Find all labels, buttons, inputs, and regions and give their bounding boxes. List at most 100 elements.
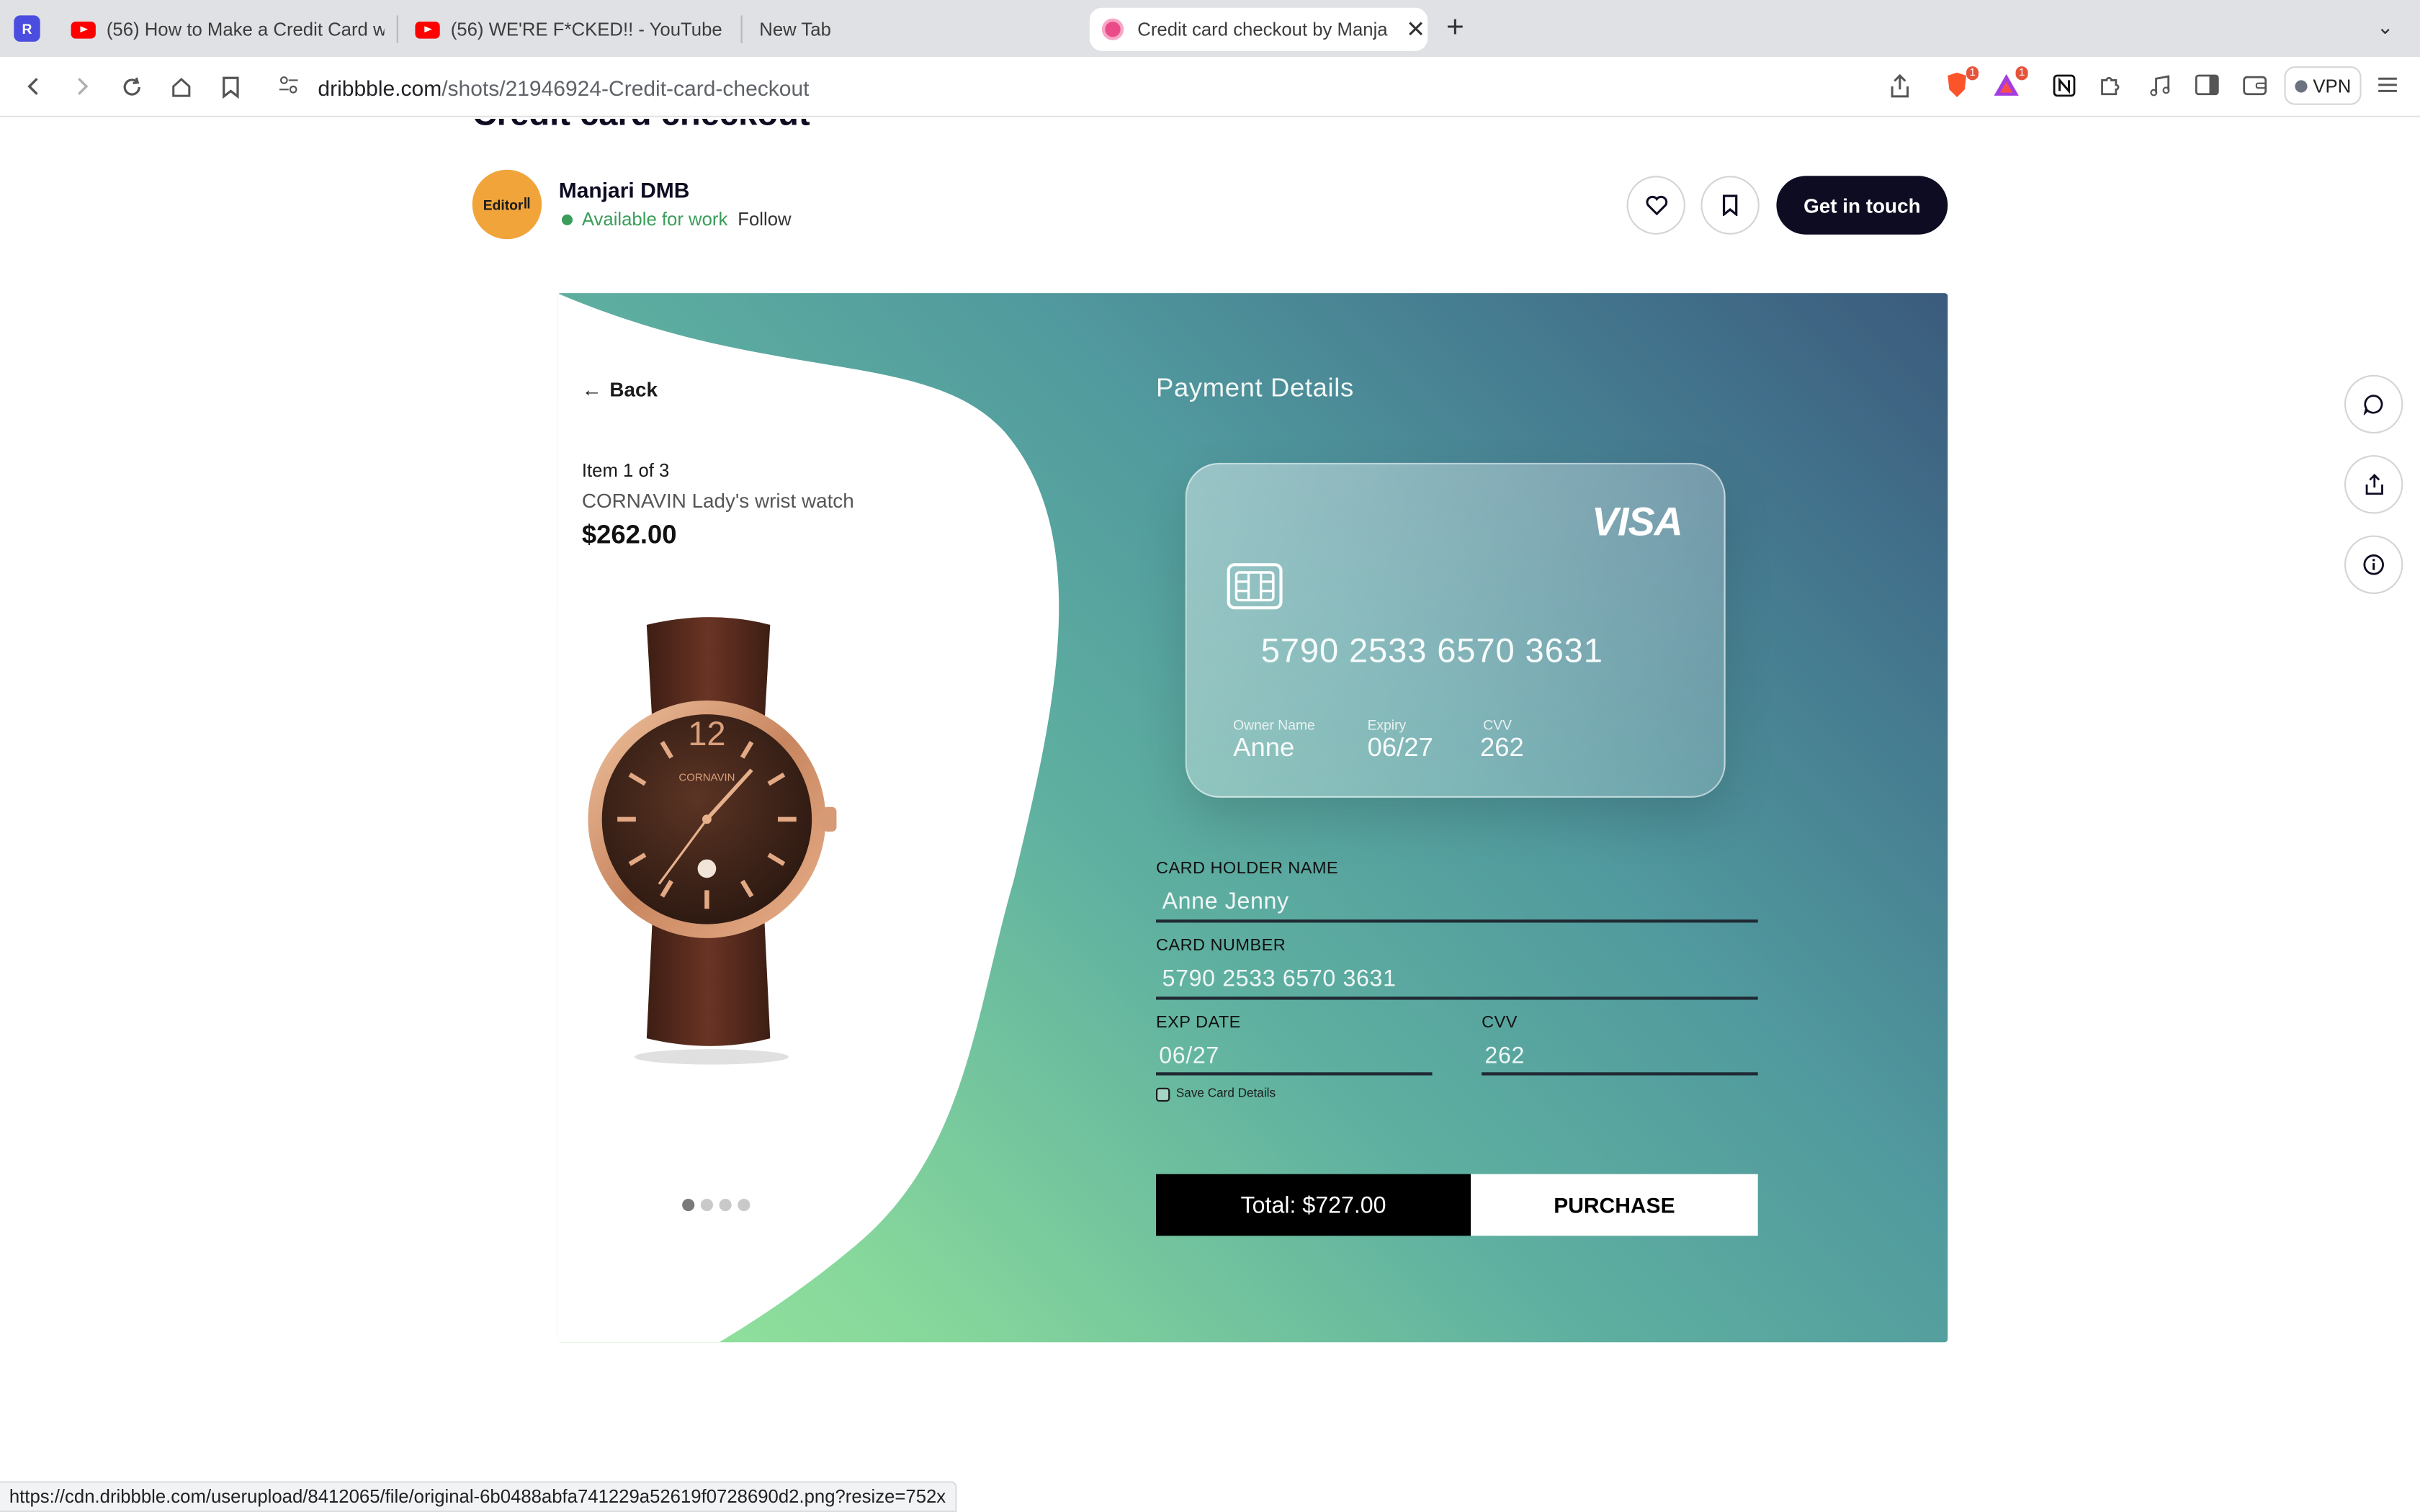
share-icon xyxy=(2365,474,2383,495)
watch-brand: CORNAVIN xyxy=(678,771,735,783)
bookmark-icon xyxy=(1722,194,1738,216)
vpn-button[interactable]: VPN xyxy=(2284,66,2362,105)
like-button[interactable] xyxy=(1626,176,1685,235)
notion-icon[interactable] xyxy=(2050,71,2078,99)
page-content: Credit card checkout Editor‖ Manjari DMB… xyxy=(0,119,2420,1512)
cvv-value: 262 xyxy=(1480,732,1524,762)
card-number-input[interactable]: 5790 2533 6570 3631 xyxy=(1162,966,1397,991)
info-icon xyxy=(2363,554,2384,575)
cvv-label: CVV xyxy=(1483,717,1512,733)
youtube-icon xyxy=(71,20,96,38)
share-button[interactable] xyxy=(2344,455,2403,514)
music-note-icon[interactable] xyxy=(2146,71,2174,99)
vpn-label: VPN xyxy=(2313,74,2352,96)
input-underline xyxy=(1156,1072,1433,1076)
cvv-field-label: CVV xyxy=(1482,1013,1518,1032)
card-holder-label: CARD HOLDER NAME xyxy=(1156,859,1339,878)
dribbble-icon xyxy=(1102,18,1124,40)
card-holder-input[interactable]: Anne Jenny xyxy=(1162,888,1289,914)
owner-name-value: Anne xyxy=(1233,732,1295,762)
expiry-value: 06/27 xyxy=(1367,732,1433,762)
info-button[interactable] xyxy=(2344,535,2403,594)
address-bar[interactable]: dribbble.com/shots/21946924-Credit-card-… xyxy=(262,61,1930,113)
avatar-text: Editor xyxy=(483,197,524,212)
brave-shields-icon[interactable]: 1 xyxy=(1943,66,1979,99)
logo-icon: ‖ xyxy=(523,196,532,213)
rewards-badge: 1 xyxy=(2015,66,2028,81)
shot-image[interactable]: ← Back Item 1 of 3 CORNAVIN Lady's wrist… xyxy=(557,293,1948,1343)
availability-label: Available for work xyxy=(581,208,728,230)
save-card-label: Save Card Details xyxy=(1175,1086,1276,1100)
author-name[interactable]: Manjari DMB xyxy=(559,177,690,202)
comment-icon xyxy=(2363,395,2383,415)
item-price: $262.00 xyxy=(581,520,677,549)
close-icon[interactable]: ✕ xyxy=(1406,15,1425,43)
youtube-icon xyxy=(415,20,440,38)
page-title: Credit card checkout xyxy=(472,119,810,134)
chevron-down-icon[interactable]: ⌄ xyxy=(2377,15,2393,40)
item-name: CORNAVIN Lady's wrist watch xyxy=(581,489,854,513)
exp-date-label: EXP DATE xyxy=(1156,1013,1241,1032)
tab-separator xyxy=(740,15,743,43)
status-bar-url: https://cdn.dribbble.com/userupload/8412… xyxy=(0,1481,957,1512)
tab-title: Credit card checkout by Manja xyxy=(1137,18,1388,40)
wrist-watch-image: 12 CORNAVIN xyxy=(588,617,837,1065)
carousel-dot[interactable] xyxy=(700,1199,713,1212)
app-menu-icon[interactable]: R xyxy=(14,15,40,42)
item-count: Item 1 of 3 xyxy=(581,459,670,482)
save-button[interactable] xyxy=(1700,176,1760,235)
tab-dribbble-active[interactable]: Credit card checkout by Manja ✕ xyxy=(1089,7,1428,51)
arrow-left-icon: ← xyxy=(581,378,602,402)
hamburger-menu-icon[interactable] xyxy=(2374,71,2402,99)
site-settings-icon[interactable] xyxy=(278,74,300,100)
avatar[interactable]: Editor ‖ xyxy=(472,169,542,240)
tab-new-tab[interactable]: New Tab xyxy=(747,8,1074,51)
owner-name-label: Owner Name xyxy=(1233,717,1315,733)
total-amount: Total: $727.00 xyxy=(1156,1174,1471,1236)
comments-button[interactable] xyxy=(2344,374,2403,434)
share-icon[interactable] xyxy=(1889,73,1911,107)
follow-link[interactable]: Follow xyxy=(738,208,791,230)
availability-status: Available for work xyxy=(562,208,727,230)
heart-icon xyxy=(1645,195,1667,216)
url-host: dribbble.com xyxy=(318,74,442,100)
status-dot xyxy=(562,213,573,225)
input-underline xyxy=(1156,919,1758,923)
exp-date-input[interactable]: 06/27 xyxy=(1159,1043,1219,1069)
card-number-display: 5790 2533 6570 3631 xyxy=(1260,631,1603,670)
save-card-checkbox[interactable] xyxy=(1156,1087,1170,1102)
brave-rewards-icon[interactable]: 1 xyxy=(1992,66,2028,99)
tab-title: New Tab xyxy=(759,18,831,40)
credit-card-preview: VISA 5790 2533 6570 3631 Owner Name Anne… xyxy=(1185,462,1726,798)
home-icon[interactable] xyxy=(163,69,197,103)
tab-strip: R (56) How to Make a Credit Card w (56) … xyxy=(0,0,2420,58)
back-button[interactable]: ← Back xyxy=(582,378,658,401)
new-tab-button[interactable]: + xyxy=(1446,12,1464,43)
back-label: Back xyxy=(609,378,658,402)
carousel-dot[interactable] xyxy=(682,1199,695,1212)
input-underline xyxy=(1156,996,1758,1000)
tab-title: (56) How to Make a Credit Card w xyxy=(106,18,385,40)
carousel-dot[interactable] xyxy=(719,1199,732,1212)
back-arrow-icon[interactable] xyxy=(17,69,51,103)
cvv-input[interactable]: 262 xyxy=(1484,1043,1525,1069)
browser-toolbar: dribbble.com/shots/21946924-Credit-card-… xyxy=(0,57,2420,117)
tab-youtube-2[interactable]: (56) WE'RE F*CKED!! - YouTube xyxy=(403,8,730,51)
tab-title: (56) WE'RE F*CKED!! - YouTube xyxy=(450,18,722,40)
forward-arrow-icon[interactable] xyxy=(65,69,99,103)
tab-youtube-1[interactable]: (56) How to Make a Credit Card w xyxy=(58,8,385,51)
shields-badge: 1 xyxy=(1966,66,1979,81)
sidebar-toggle-icon[interactable] xyxy=(2193,71,2221,99)
visa-logo: VISA xyxy=(1591,498,1683,545)
carousel-dot[interactable] xyxy=(738,1199,750,1212)
purchase-button[interactable]: PURCHASE xyxy=(1471,1174,1758,1236)
wallet-icon[interactable] xyxy=(2241,71,2269,99)
input-underline xyxy=(1482,1072,1758,1076)
browser-window: R (56) How to Make a Credit Card w (56) … xyxy=(0,0,2420,1512)
reload-icon[interactable] xyxy=(115,69,148,103)
bookmark-icon[interactable] xyxy=(213,69,247,103)
carousel-dots[interactable] xyxy=(682,1199,750,1212)
get-in-touch-button[interactable]: Get in touch xyxy=(1776,176,1948,235)
watch-twelve-numeral: 12 xyxy=(688,714,725,752)
extensions-puzzle-icon[interactable] xyxy=(2096,71,2124,99)
